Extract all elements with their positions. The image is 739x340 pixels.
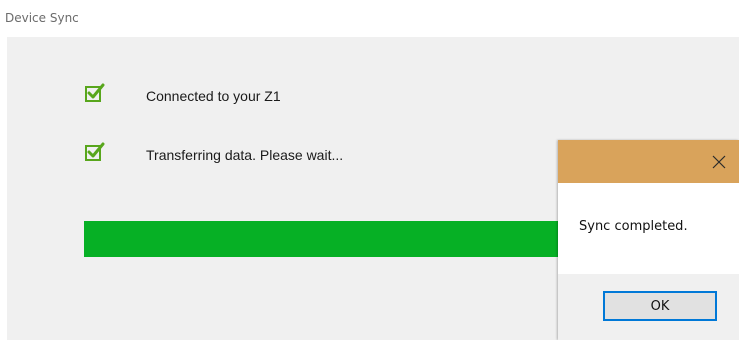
step-label: Transferring data. Please wait... xyxy=(146,147,344,163)
dialog-titlebar xyxy=(558,140,739,183)
sync-completed-dialog: Sync completed. OK xyxy=(558,140,739,340)
dialog-message: Sync completed. xyxy=(579,219,688,234)
progress-bar-fill xyxy=(84,221,560,257)
close-icon[interactable] xyxy=(699,140,739,183)
checkbox-checked-icon xyxy=(84,82,106,104)
progress-bar xyxy=(84,221,560,257)
checkbox-checked-icon xyxy=(84,141,106,163)
ok-button[interactable]: OK xyxy=(603,291,717,321)
dialog-footer: OK xyxy=(558,274,739,340)
window-title: Device Sync xyxy=(5,11,79,25)
step-transferring: Transferring data. Please wait... xyxy=(84,141,343,163)
step-label: Connected to your Z1 xyxy=(146,88,281,104)
step-connected: Connected to your Z1 xyxy=(84,82,281,104)
